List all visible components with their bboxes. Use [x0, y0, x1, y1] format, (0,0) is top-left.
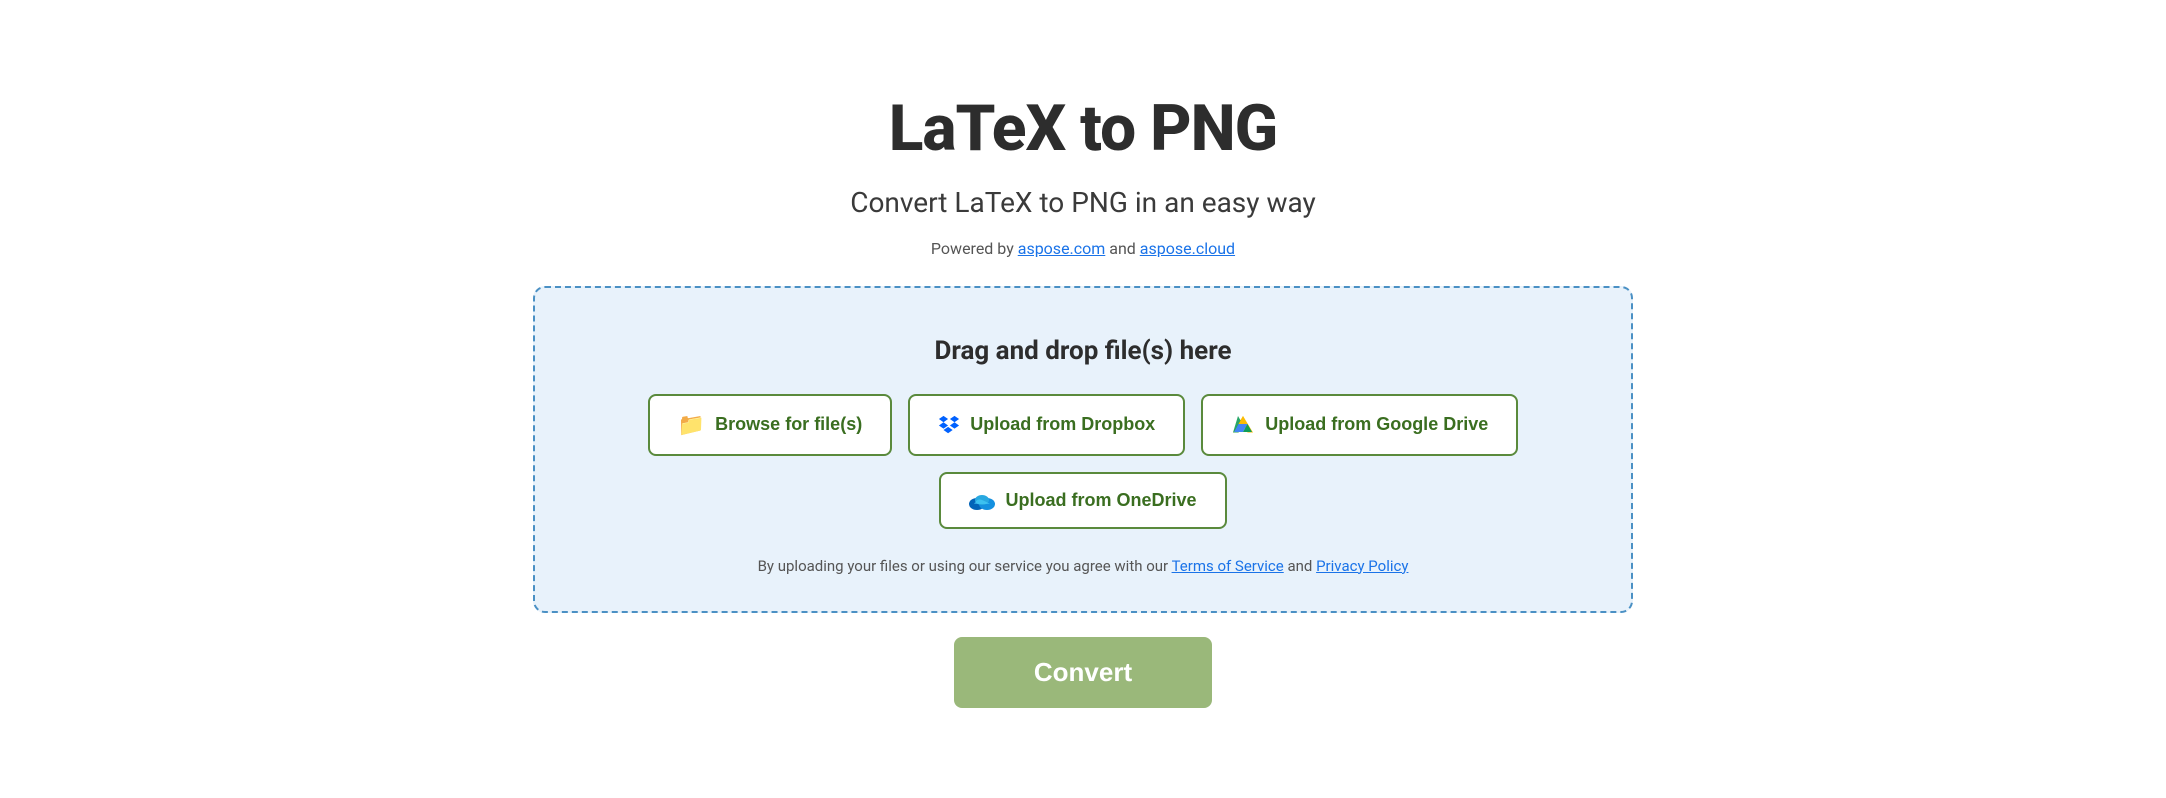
upload-buttons: 📁 Browse for file(s) Upload from Dropbox	[575, 394, 1591, 529]
terms-prefix: By uploading your files or using our ser…	[758, 557, 1172, 575]
browse-button-label: Browse for file(s)	[715, 414, 862, 435]
page-subtitle: Convert LaTeX to PNG in an easy way	[850, 186, 1316, 219]
powered-by: Powered by aspose.com and aspose.cloud	[931, 239, 1235, 258]
convert-button[interactable]: Convert	[954, 637, 1212, 708]
privacy-link[interactable]: Privacy Policy	[1316, 557, 1408, 575]
aspose-com-link[interactable]: aspose.com	[1018, 239, 1106, 258]
dropbox-button-label: Upload from Dropbox	[970, 414, 1155, 435]
page-title: LaTeX to PNG	[889, 91, 1278, 166]
google-drive-icon	[1231, 413, 1255, 437]
onedrive-icon	[969, 490, 995, 510]
onedrive-button[interactable]: Upload from OneDrive	[939, 472, 1226, 529]
terms-link[interactable]: Terms of Service	[1172, 557, 1284, 575]
folder-icon: 📁	[678, 412, 705, 438]
dropbox-icon	[938, 414, 960, 436]
powered-by-separator: and	[1109, 239, 1140, 258]
drop-zone[interactable]: Drag and drop file(s) here 📁 Browse for …	[533, 286, 1633, 613]
drop-label: Drag and drop file(s) here	[934, 336, 1231, 366]
google-drive-button-label: Upload from Google Drive	[1265, 414, 1488, 435]
terms-text: By uploading your files or using our ser…	[758, 557, 1409, 575]
aspose-cloud-link[interactable]: aspose.cloud	[1140, 239, 1235, 258]
powered-by-text: Powered by	[931, 239, 1018, 258]
terms-separator: and	[1287, 557, 1316, 575]
dropbox-button[interactable]: Upload from Dropbox	[908, 394, 1185, 456]
google-drive-button[interactable]: Upload from Google Drive	[1201, 394, 1518, 456]
onedrive-button-label: Upload from OneDrive	[1005, 490, 1196, 511]
browse-button[interactable]: 📁 Browse for file(s)	[648, 394, 892, 456]
page-wrapper: LaTeX to PNG Convert LaTeX to PNG in an …	[533, 91, 1633, 708]
